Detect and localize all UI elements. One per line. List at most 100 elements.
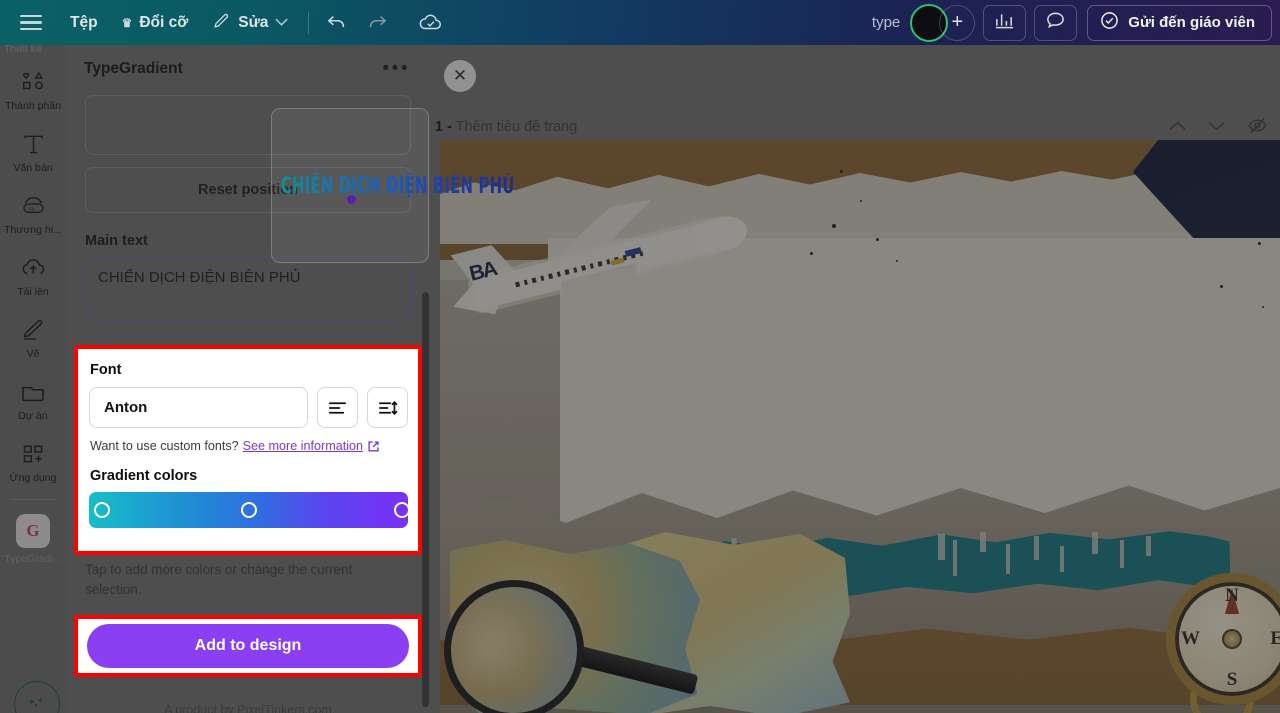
app-root: Tệp ♛ Đổi cỡ Sửa: [0, 0, 1280, 713]
brand-icon: co: [20, 193, 46, 219]
chevron-up-icon[interactable]: [1169, 121, 1186, 131]
sidebar-item-label: Dự án: [1, 410, 65, 422]
add-collaborator-label: +: [951, 11, 963, 34]
font-row: Anton: [89, 387, 408, 428]
chevron-down-icon[interactable]: [1208, 121, 1225, 131]
svg-text:co: co: [28, 206, 34, 212]
resize-label: Đổi cỡ: [139, 14, 188, 32]
sidebar-item-apps[interactable]: Ứng dụng: [0, 431, 66, 493]
gradient-help-text: Tap to add more colors or change the cur…: [85, 560, 375, 600]
add-to-design-highlight: Add to design: [74, 615, 422, 677]
sidebar-item-label: Ứng dụng: [1, 472, 65, 484]
edit-menu-button[interactable]: Sửa: [200, 4, 300, 42]
crown-icon: ♛: [122, 16, 133, 30]
gradient-colors-label: Gradient colors: [90, 468, 408, 484]
add-to-design-button[interactable]: Add to design: [87, 624, 409, 668]
main-text-input[interactable]: [85, 257, 411, 321]
sidebar-item-uploads[interactable]: Tải lên: [0, 245, 66, 307]
sidebar-item-elements[interactable]: Thành phần: [0, 59, 66, 121]
sidebar-item-label: Văn bản: [1, 162, 65, 174]
toolbar-divider: [308, 12, 309, 34]
sidebar-item-typegradient[interactable]: G TypeGradi...: [0, 504, 66, 574]
eye-hidden-icon[interactable]: [1247, 117, 1268, 134]
gradient-bar[interactable]: [89, 492, 408, 528]
sidebar-item-projects[interactable]: Dự án: [0, 369, 66, 431]
sidebar-clipped-label: Thiết kế: [0, 45, 66, 59]
sidebar-item-label: Thành phần: [1, 100, 65, 112]
artboard[interactable]: BA RUSSIAN: [440, 140, 1280, 713]
typegradient-app-icon: G: [16, 514, 50, 548]
see-more-information-link[interactable]: See more information: [243, 439, 363, 453]
more-dots-icon[interactable]: •••: [383, 65, 410, 73]
page-controls: [1169, 117, 1268, 134]
panel-footer-credit: A product by PixelTinkers.com: [66, 703, 430, 713]
brush-gap: [1034, 536, 1039, 560]
send-to-teacher-label: Gửi đến giáo viên: [1128, 14, 1255, 31]
add-collaborator-button[interactable]: +: [939, 5, 975, 41]
external-link-icon[interactable]: [367, 440, 380, 453]
gradient-stop-3[interactable]: [394, 502, 410, 518]
bar-chart-icon: [994, 10, 1015, 35]
artwork-speck: [840, 170, 843, 173]
chevron-down-icon: [275, 17, 288, 29]
panel-scrollbar[interactable]: [422, 292, 429, 707]
gradient-stop-1[interactable]: [94, 502, 110, 518]
artwork-speck: [896, 260, 898, 262]
compass-north-label: N: [1225, 585, 1239, 607]
send-to-teacher-button[interactable]: Gửi đến giáo viên: [1087, 5, 1272, 41]
resize-button[interactable]: ♛ Đổi cỡ: [110, 7, 201, 39]
font-input-value: Anton: [104, 399, 147, 416]
panel-header: TypeGradient •••: [66, 45, 430, 93]
brush-gap: [1146, 536, 1151, 556]
sidebar-item-brand[interactable]: co Thương hi...: [0, 183, 66, 245]
gradient-stop-2[interactable]: [241, 502, 257, 518]
comment-button[interactable]: [1034, 5, 1077, 41]
close-icon[interactable]: ✕: [444, 60, 476, 92]
artwork-speck: [810, 252, 813, 255]
brush-gap: [1006, 544, 1010, 574]
font-input[interactable]: Anton: [89, 387, 308, 428]
page-title[interactable]: g 1 - Thêm tiêu đề trang: [430, 119, 577, 135]
brush-gap: [1120, 540, 1124, 568]
custom-fonts-hint: Want to use custom fonts? See more infor…: [90, 439, 408, 453]
artwork-speck: [832, 224, 836, 228]
artwork-speck: [1262, 306, 1264, 308]
file-menu-button[interactable]: Tệp: [58, 7, 110, 39]
compass-west-label: W: [1181, 628, 1200, 650]
font-and-gradient-highlight: Font Anton Want to use custom fonts? See…: [74, 345, 422, 555]
sidebar-item-label: Tải lên: [1, 286, 65, 298]
stats-button[interactable]: [983, 5, 1026, 41]
page-number-label: g 1 -: [430, 119, 452, 135]
brush-gap: [1060, 546, 1064, 572]
compass-east-label: E: [1270, 628, 1280, 650]
sidebar-item-label: Thương hi...: [1, 224, 65, 236]
sidebar-item-text[interactable]: Văn bản: [0, 121, 66, 183]
shapes-icon: [20, 69, 46, 95]
magnifier-lens: [444, 580, 584, 713]
top-toolbar: Tệp ♛ Đổi cỡ Sửa: [0, 0, 1280, 45]
canvas-area: ✕ g 1 - Thêm tiêu đề trang: [430, 45, 1280, 713]
avatar-group[interactable]: +: [910, 4, 975, 42]
sidebar-divider: [10, 499, 56, 500]
type-label: type: [862, 14, 910, 31]
typegradient-app-glyph: G: [26, 521, 39, 541]
folder-icon: [20, 379, 46, 405]
redo-icon[interactable]: [357, 6, 397, 40]
brush-gap: [938, 534, 945, 560]
artwork-speck: [1258, 242, 1261, 245]
artwork-speck: [860, 200, 862, 202]
cloud-check-icon[interactable]: [411, 6, 451, 40]
line-height-icon[interactable]: [367, 387, 408, 428]
upload-cloud-icon: [20, 255, 46, 281]
check-circle-icon: [1100, 11, 1119, 34]
hamburger-icon[interactable]: [0, 1, 58, 44]
sidebar-item-draw[interactable]: Vẽ: [0, 307, 66, 369]
text-t-icon: [20, 131, 46, 157]
text-align-left-icon[interactable]: [317, 387, 358, 428]
draw-pen-icon: [20, 317, 46, 343]
sidebar-item-label: TypeGradi...: [1, 553, 65, 565]
magic-sparkles-icon[interactable]: [14, 681, 60, 713]
artwork-speck: [876, 238, 879, 241]
undo-icon[interactable]: [317, 6, 357, 40]
page-title-placeholder: Thêm tiêu đề trang: [456, 119, 578, 135]
